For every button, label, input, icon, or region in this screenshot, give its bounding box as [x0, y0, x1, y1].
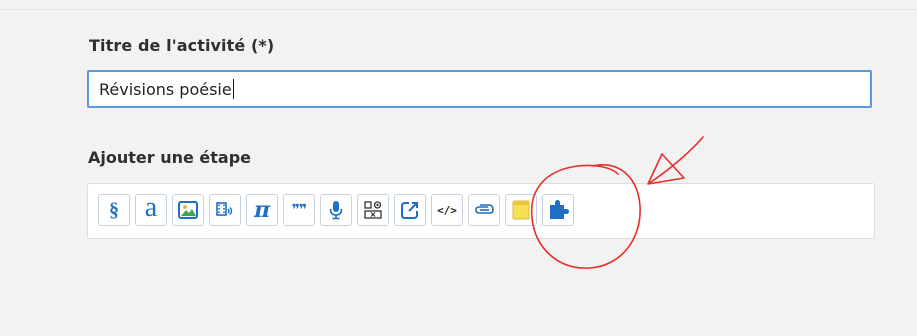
qcm-icon: [364, 201, 382, 219]
activity-title-input[interactable]: Révisions poésie: [87, 70, 872, 108]
add-link-button[interactable]: [394, 194, 426, 226]
add-attachment-button[interactable]: [468, 194, 500, 226]
add-step-toolbar: § a π ❞❞ </>: [87, 183, 875, 239]
puzzle-icon: [550, 200, 569, 219]
section-sign-icon: §: [109, 198, 119, 221]
add-quote-button[interactable]: ❞❞: [283, 194, 315, 226]
add-formula-button[interactable]: π: [246, 194, 278, 226]
quote-icon: ❞❞: [291, 202, 307, 218]
add-step-label: Ajouter une étape: [88, 148, 252, 167]
video-icon: [216, 202, 233, 216]
text-caret: [232, 79, 234, 99]
image-icon: [178, 201, 198, 219]
add-plugin-button[interactable]: [542, 194, 574, 226]
activity-title-value: Révisions poésie: [99, 79, 232, 99]
pi-icon: π: [253, 197, 271, 223]
add-text-button[interactable]: a: [135, 194, 167, 226]
embed-code-icon: </>: [437, 203, 457, 217]
add-audio-button[interactable]: [320, 194, 352, 226]
top-divider: [0, 0, 917, 10]
microphone-icon: [329, 201, 343, 220]
add-sticky-note-button[interactable]: [505, 194, 537, 226]
activity-title-label: Titre de l'activité (*): [89, 36, 275, 55]
add-embed-button[interactable]: </>: [431, 194, 463, 226]
add-section-button[interactable]: §: [98, 194, 130, 226]
add-image-button[interactable]: [172, 194, 204, 226]
text-a-icon: a: [144, 192, 158, 223]
annotation-arrow: [647, 136, 704, 185]
external-link-icon: [401, 202, 418, 219]
sticky-note-icon: [512, 200, 530, 220]
add-qcm-button[interactable]: [357, 194, 389, 226]
add-video-button[interactable]: [209, 194, 241, 226]
attachment-icon: [475, 204, 494, 214]
